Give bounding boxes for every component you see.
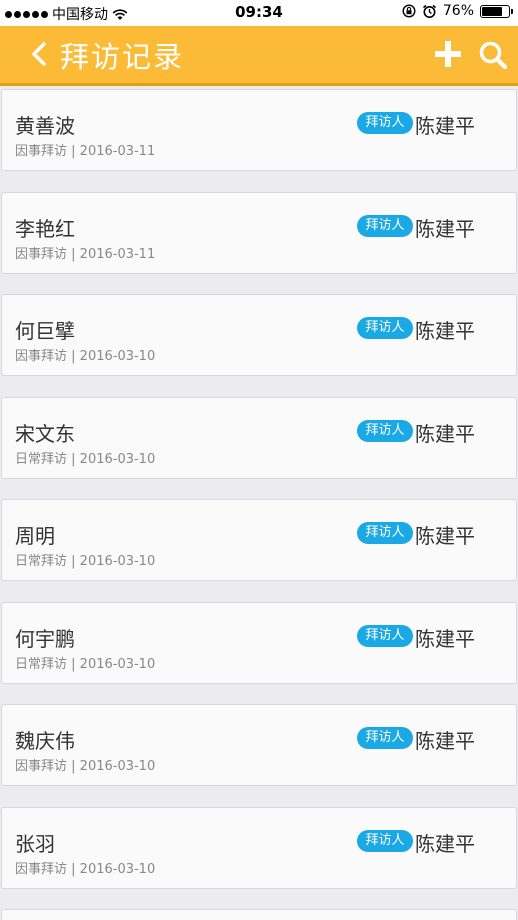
visitor-badge: 拜访人 [357, 522, 413, 544]
battery-fill [482, 6, 502, 16]
page-title: 拜访记录 [60, 40, 185, 74]
status-right: 76% [402, 3, 513, 19]
visitor-name: 陈建平 [415, 627, 475, 651]
list-item[interactable]: 何巨擘 因事拜访 | 2016-03-10 拜访人 陈建平 [1, 294, 517, 376]
visitor-name: 陈建平 [415, 114, 475, 138]
list-item[interactable]: 李艳红 因事拜访 | 2016-03-11 拜访人 陈建平 [1, 192, 517, 274]
alarm-icon [422, 4, 436, 18]
visit-date: 2016-03-11 [79, 247, 156, 262]
list-item[interactable]: 何宇鹏 日常拜访 | 2016-03-10 拜访人 陈建平 [1, 602, 517, 684]
search-icon[interactable] [478, 40, 508, 70]
visitor-name: 陈建平 [415, 422, 475, 446]
visitor-name: 陈建平 [415, 729, 475, 753]
client-name: 魏庆伟 [15, 729, 75, 753]
record-meta: 日常拜访 | 2016-03-10 [15, 554, 156, 569]
visitor-name: 陈建平 [415, 524, 475, 548]
status-bar: 中国移动 09:34 76% [0, 0, 518, 26]
visitor-badge: 拜访人 [357, 625, 413, 647]
client-name: 黄善波 [15, 114, 75, 138]
battery-icon [480, 4, 513, 18]
visitor-badge: 拜访人 [357, 112, 413, 134]
visit-type: 因事拜访 [15, 349, 68, 364]
visit-type: 因事拜访 [15, 247, 68, 262]
visit-date: 2016-03-10 [79, 554, 156, 569]
client-name: 周明 [15, 524, 55, 548]
list-item[interactable]: 宋文东 日常拜访 | 2016-03-10 拜访人 陈建平 [1, 397, 517, 479]
record-meta: 因事拜访 | 2016-03-11 [15, 144, 156, 159]
record-meta: 日常拜访 | 2016-03-10 [15, 452, 156, 467]
list-item[interactable]: 周明 日常拜访 | 2016-03-10 拜访人 陈建平 [1, 499, 517, 581]
visitor-name: 陈建平 [415, 319, 475, 343]
record-meta: 日常拜访 | 2016-03-10 [15, 657, 156, 672]
nav-header: 拜访记录 [0, 26, 518, 86]
battery-percent: 76% [442, 3, 474, 19]
visitor-badge: 拜访人 [357, 830, 413, 852]
record-meta: 因事拜访 | 2016-03-10 [15, 349, 156, 364]
orientation-lock-icon [402, 4, 416, 18]
visitor-badge: 拜访人 [357, 215, 413, 237]
client-name: 李艳红 [15, 217, 75, 241]
record-meta: 因事拜访 | 2016-03-10 [15, 759, 156, 774]
client-name: 何宇鹏 [15, 627, 75, 651]
visitor-badge: 拜访人 [357, 727, 413, 749]
visitor-badge: 拜访人 [357, 317, 413, 339]
visit-type: 因事拜访 [15, 862, 68, 877]
client-name: 宋文东 [15, 422, 75, 446]
visitor-name: 陈建平 [415, 832, 475, 856]
visit-date: 2016-03-11 [79, 144, 156, 159]
client-name: 张羽 [15, 832, 55, 856]
visit-date: 2016-03-10 [79, 657, 156, 672]
visit-type: 因事拜访 [15, 759, 68, 774]
chevron-left-icon[interactable] [28, 39, 52, 69]
record-meta: 因事拜访 | 2016-03-10 [15, 862, 156, 877]
visit-date: 2016-03-10 [79, 759, 156, 774]
list-item[interactable]: 张羽 因事拜访 | 2016-03-10 拜访人 陈建平 [1, 807, 517, 889]
client-name: 何巨擘 [15, 319, 75, 343]
visit-date: 2016-03-10 [79, 452, 156, 467]
visitor-name: 陈建平 [415, 217, 475, 241]
list-item[interactable]: 黄善波 因事拜访 | 2016-03-11 拜访人 陈建平 [1, 89, 517, 171]
list-item[interactable] [1, 909, 517, 920]
visit-type: 日常拜访 [15, 657, 68, 672]
visit-date: 2016-03-10 [79, 862, 156, 877]
list-item[interactable]: 魏庆伟 因事拜访 | 2016-03-10 拜访人 陈建平 [1, 704, 517, 786]
plus-icon[interactable] [434, 40, 462, 68]
visit-type: 日常拜访 [15, 554, 68, 569]
visit-type: 因事拜访 [15, 144, 68, 159]
visit-type: 日常拜访 [15, 452, 68, 467]
visitor-badge: 拜访人 [357, 420, 413, 442]
visit-date: 2016-03-10 [79, 349, 156, 364]
record-meta: 因事拜访 | 2016-03-11 [15, 247, 156, 262]
